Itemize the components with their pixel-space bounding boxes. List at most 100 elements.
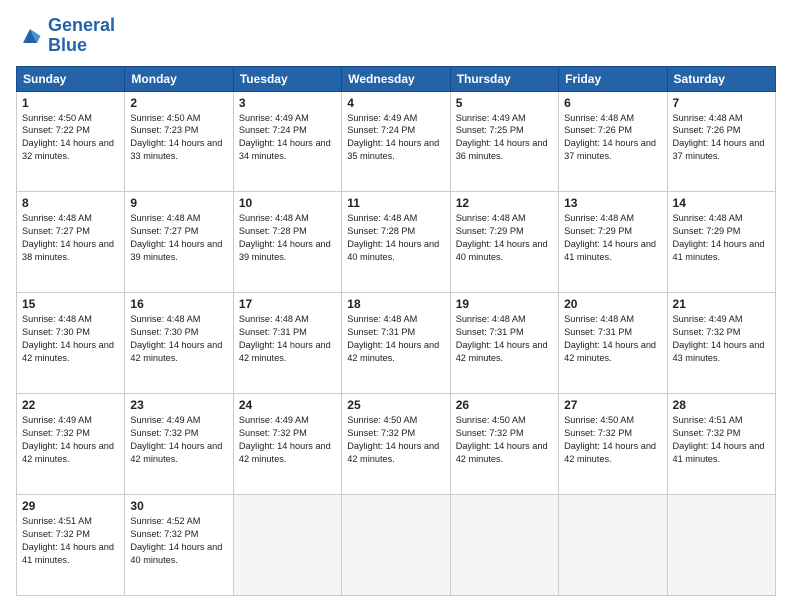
calendar-cell: 14 Sunrise: 4:48 AM Sunset: 7:29 PM Dayl… [667,192,775,293]
day-number: 17 [239,297,336,311]
calendar-week-5: 29 Sunrise: 4:51 AM Sunset: 7:32 PM Dayl… [17,495,776,596]
calendar-cell [450,495,558,596]
day-number: 15 [22,297,119,311]
calendar-cell: 22 Sunrise: 4:49 AM Sunset: 7:32 PM Dayl… [17,394,125,495]
cell-info: Sunrise: 4:49 AM Sunset: 7:24 PM Dayligh… [239,112,336,164]
day-number: 13 [564,196,661,210]
header: General Blue [16,16,776,56]
calendar-cell: 26 Sunrise: 4:50 AM Sunset: 7:32 PM Dayl… [450,394,558,495]
cell-info: Sunrise: 4:48 AM Sunset: 7:31 PM Dayligh… [456,313,553,365]
day-number: 9 [130,196,227,210]
cell-info: Sunrise: 4:48 AM Sunset: 7:27 PM Dayligh… [22,212,119,264]
calendar-cell: 9 Sunrise: 4:48 AM Sunset: 7:27 PM Dayli… [125,192,233,293]
day-number: 27 [564,398,661,412]
col-header-wednesday: Wednesday [342,66,450,91]
calendar-cell: 29 Sunrise: 4:51 AM Sunset: 7:32 PM Dayl… [17,495,125,596]
cell-info: Sunrise: 4:50 AM Sunset: 7:32 PM Dayligh… [564,414,661,466]
calendar-header-row: SundayMondayTuesdayWednesdayThursdayFrid… [17,66,776,91]
calendar-cell: 19 Sunrise: 4:48 AM Sunset: 7:31 PM Dayl… [450,293,558,394]
day-number: 16 [130,297,227,311]
cell-info: Sunrise: 4:48 AM Sunset: 7:30 PM Dayligh… [22,313,119,365]
cell-info: Sunrise: 4:49 AM Sunset: 7:32 PM Dayligh… [673,313,770,365]
calendar-cell: 12 Sunrise: 4:48 AM Sunset: 7:29 PM Dayl… [450,192,558,293]
day-number: 3 [239,96,336,110]
day-number: 8 [22,196,119,210]
day-number: 23 [130,398,227,412]
calendar-cell: 2 Sunrise: 4:50 AM Sunset: 7:23 PM Dayli… [125,91,233,192]
calendar-cell [342,495,450,596]
day-number: 29 [22,499,119,513]
cell-info: Sunrise: 4:48 AM Sunset: 7:26 PM Dayligh… [673,112,770,164]
page: General Blue SundayMondayTuesdayWednesda… [0,0,792,612]
day-number: 21 [673,297,770,311]
calendar-cell: 10 Sunrise: 4:48 AM Sunset: 7:28 PM Dayl… [233,192,341,293]
calendar-cell: 25 Sunrise: 4:50 AM Sunset: 7:32 PM Dayl… [342,394,450,495]
calendar-cell: 5 Sunrise: 4:49 AM Sunset: 7:25 PM Dayli… [450,91,558,192]
day-number: 7 [673,96,770,110]
calendar-cell: 30 Sunrise: 4:52 AM Sunset: 7:32 PM Dayl… [125,495,233,596]
cell-info: Sunrise: 4:50 AM Sunset: 7:32 PM Dayligh… [347,414,444,466]
calendar-cell: 4 Sunrise: 4:49 AM Sunset: 7:24 PM Dayli… [342,91,450,192]
cell-info: Sunrise: 4:48 AM Sunset: 7:28 PM Dayligh… [347,212,444,264]
day-number: 12 [456,196,553,210]
col-header-thursday: Thursday [450,66,558,91]
cell-info: Sunrise: 4:48 AM Sunset: 7:31 PM Dayligh… [347,313,444,365]
day-number: 20 [564,297,661,311]
col-header-sunday: Sunday [17,66,125,91]
day-number: 11 [347,196,444,210]
day-number: 1 [22,96,119,110]
calendar-cell [559,495,667,596]
calendar-cell: 28 Sunrise: 4:51 AM Sunset: 7:32 PM Dayl… [667,394,775,495]
calendar-cell: 18 Sunrise: 4:48 AM Sunset: 7:31 PM Dayl… [342,293,450,394]
col-header-monday: Monday [125,66,233,91]
calendar-cell [667,495,775,596]
calendar-cell: 23 Sunrise: 4:49 AM Sunset: 7:32 PM Dayl… [125,394,233,495]
calendar-cell: 27 Sunrise: 4:50 AM Sunset: 7:32 PM Dayl… [559,394,667,495]
day-number: 18 [347,297,444,311]
cell-info: Sunrise: 4:48 AM Sunset: 7:29 PM Dayligh… [564,212,661,264]
calendar-table: SundayMondayTuesdayWednesdayThursdayFrid… [16,66,776,596]
calendar-week-4: 22 Sunrise: 4:49 AM Sunset: 7:32 PM Dayl… [17,394,776,495]
day-number: 30 [130,499,227,513]
day-number: 24 [239,398,336,412]
cell-info: Sunrise: 4:48 AM Sunset: 7:26 PM Dayligh… [564,112,661,164]
calendar-cell: 15 Sunrise: 4:48 AM Sunset: 7:30 PM Dayl… [17,293,125,394]
calendar-cell: 24 Sunrise: 4:49 AM Sunset: 7:32 PM Dayl… [233,394,341,495]
day-number: 5 [456,96,553,110]
day-number: 6 [564,96,661,110]
calendar-cell: 17 Sunrise: 4:48 AM Sunset: 7:31 PM Dayl… [233,293,341,394]
calendar-cell: 6 Sunrise: 4:48 AM Sunset: 7:26 PM Dayli… [559,91,667,192]
cell-info: Sunrise: 4:49 AM Sunset: 7:32 PM Dayligh… [22,414,119,466]
calendar-cell [233,495,341,596]
col-header-tuesday: Tuesday [233,66,341,91]
calendar-week-2: 8 Sunrise: 4:48 AM Sunset: 7:27 PM Dayli… [17,192,776,293]
cell-info: Sunrise: 4:49 AM Sunset: 7:32 PM Dayligh… [130,414,227,466]
cell-info: Sunrise: 4:49 AM Sunset: 7:32 PM Dayligh… [239,414,336,466]
cell-info: Sunrise: 4:48 AM Sunset: 7:31 PM Dayligh… [564,313,661,365]
calendar-cell: 21 Sunrise: 4:49 AM Sunset: 7:32 PM Dayl… [667,293,775,394]
calendar-cell: 16 Sunrise: 4:48 AM Sunset: 7:30 PM Dayl… [125,293,233,394]
cell-info: Sunrise: 4:48 AM Sunset: 7:27 PM Dayligh… [130,212,227,264]
calendar-cell: 3 Sunrise: 4:49 AM Sunset: 7:24 PM Dayli… [233,91,341,192]
col-header-saturday: Saturday [667,66,775,91]
logo-icon [16,22,44,50]
cell-info: Sunrise: 4:48 AM Sunset: 7:31 PM Dayligh… [239,313,336,365]
cell-info: Sunrise: 4:50 AM Sunset: 7:22 PM Dayligh… [22,112,119,164]
cell-info: Sunrise: 4:49 AM Sunset: 7:24 PM Dayligh… [347,112,444,164]
calendar-week-1: 1 Sunrise: 4:50 AM Sunset: 7:22 PM Dayli… [17,91,776,192]
day-number: 25 [347,398,444,412]
calendar-cell: 20 Sunrise: 4:48 AM Sunset: 7:31 PM Dayl… [559,293,667,394]
day-number: 19 [456,297,553,311]
day-number: 10 [239,196,336,210]
cell-info: Sunrise: 4:50 AM Sunset: 7:32 PM Dayligh… [456,414,553,466]
calendar-week-3: 15 Sunrise: 4:48 AM Sunset: 7:30 PM Dayl… [17,293,776,394]
cell-info: Sunrise: 4:52 AM Sunset: 7:32 PM Dayligh… [130,515,227,567]
day-number: 22 [22,398,119,412]
cell-info: Sunrise: 4:51 AM Sunset: 7:32 PM Dayligh… [673,414,770,466]
day-number: 4 [347,96,444,110]
day-number: 26 [456,398,553,412]
cell-info: Sunrise: 4:48 AM Sunset: 7:29 PM Dayligh… [456,212,553,264]
day-number: 2 [130,96,227,110]
calendar-cell: 1 Sunrise: 4:50 AM Sunset: 7:22 PM Dayli… [17,91,125,192]
logo: General Blue [16,16,115,56]
